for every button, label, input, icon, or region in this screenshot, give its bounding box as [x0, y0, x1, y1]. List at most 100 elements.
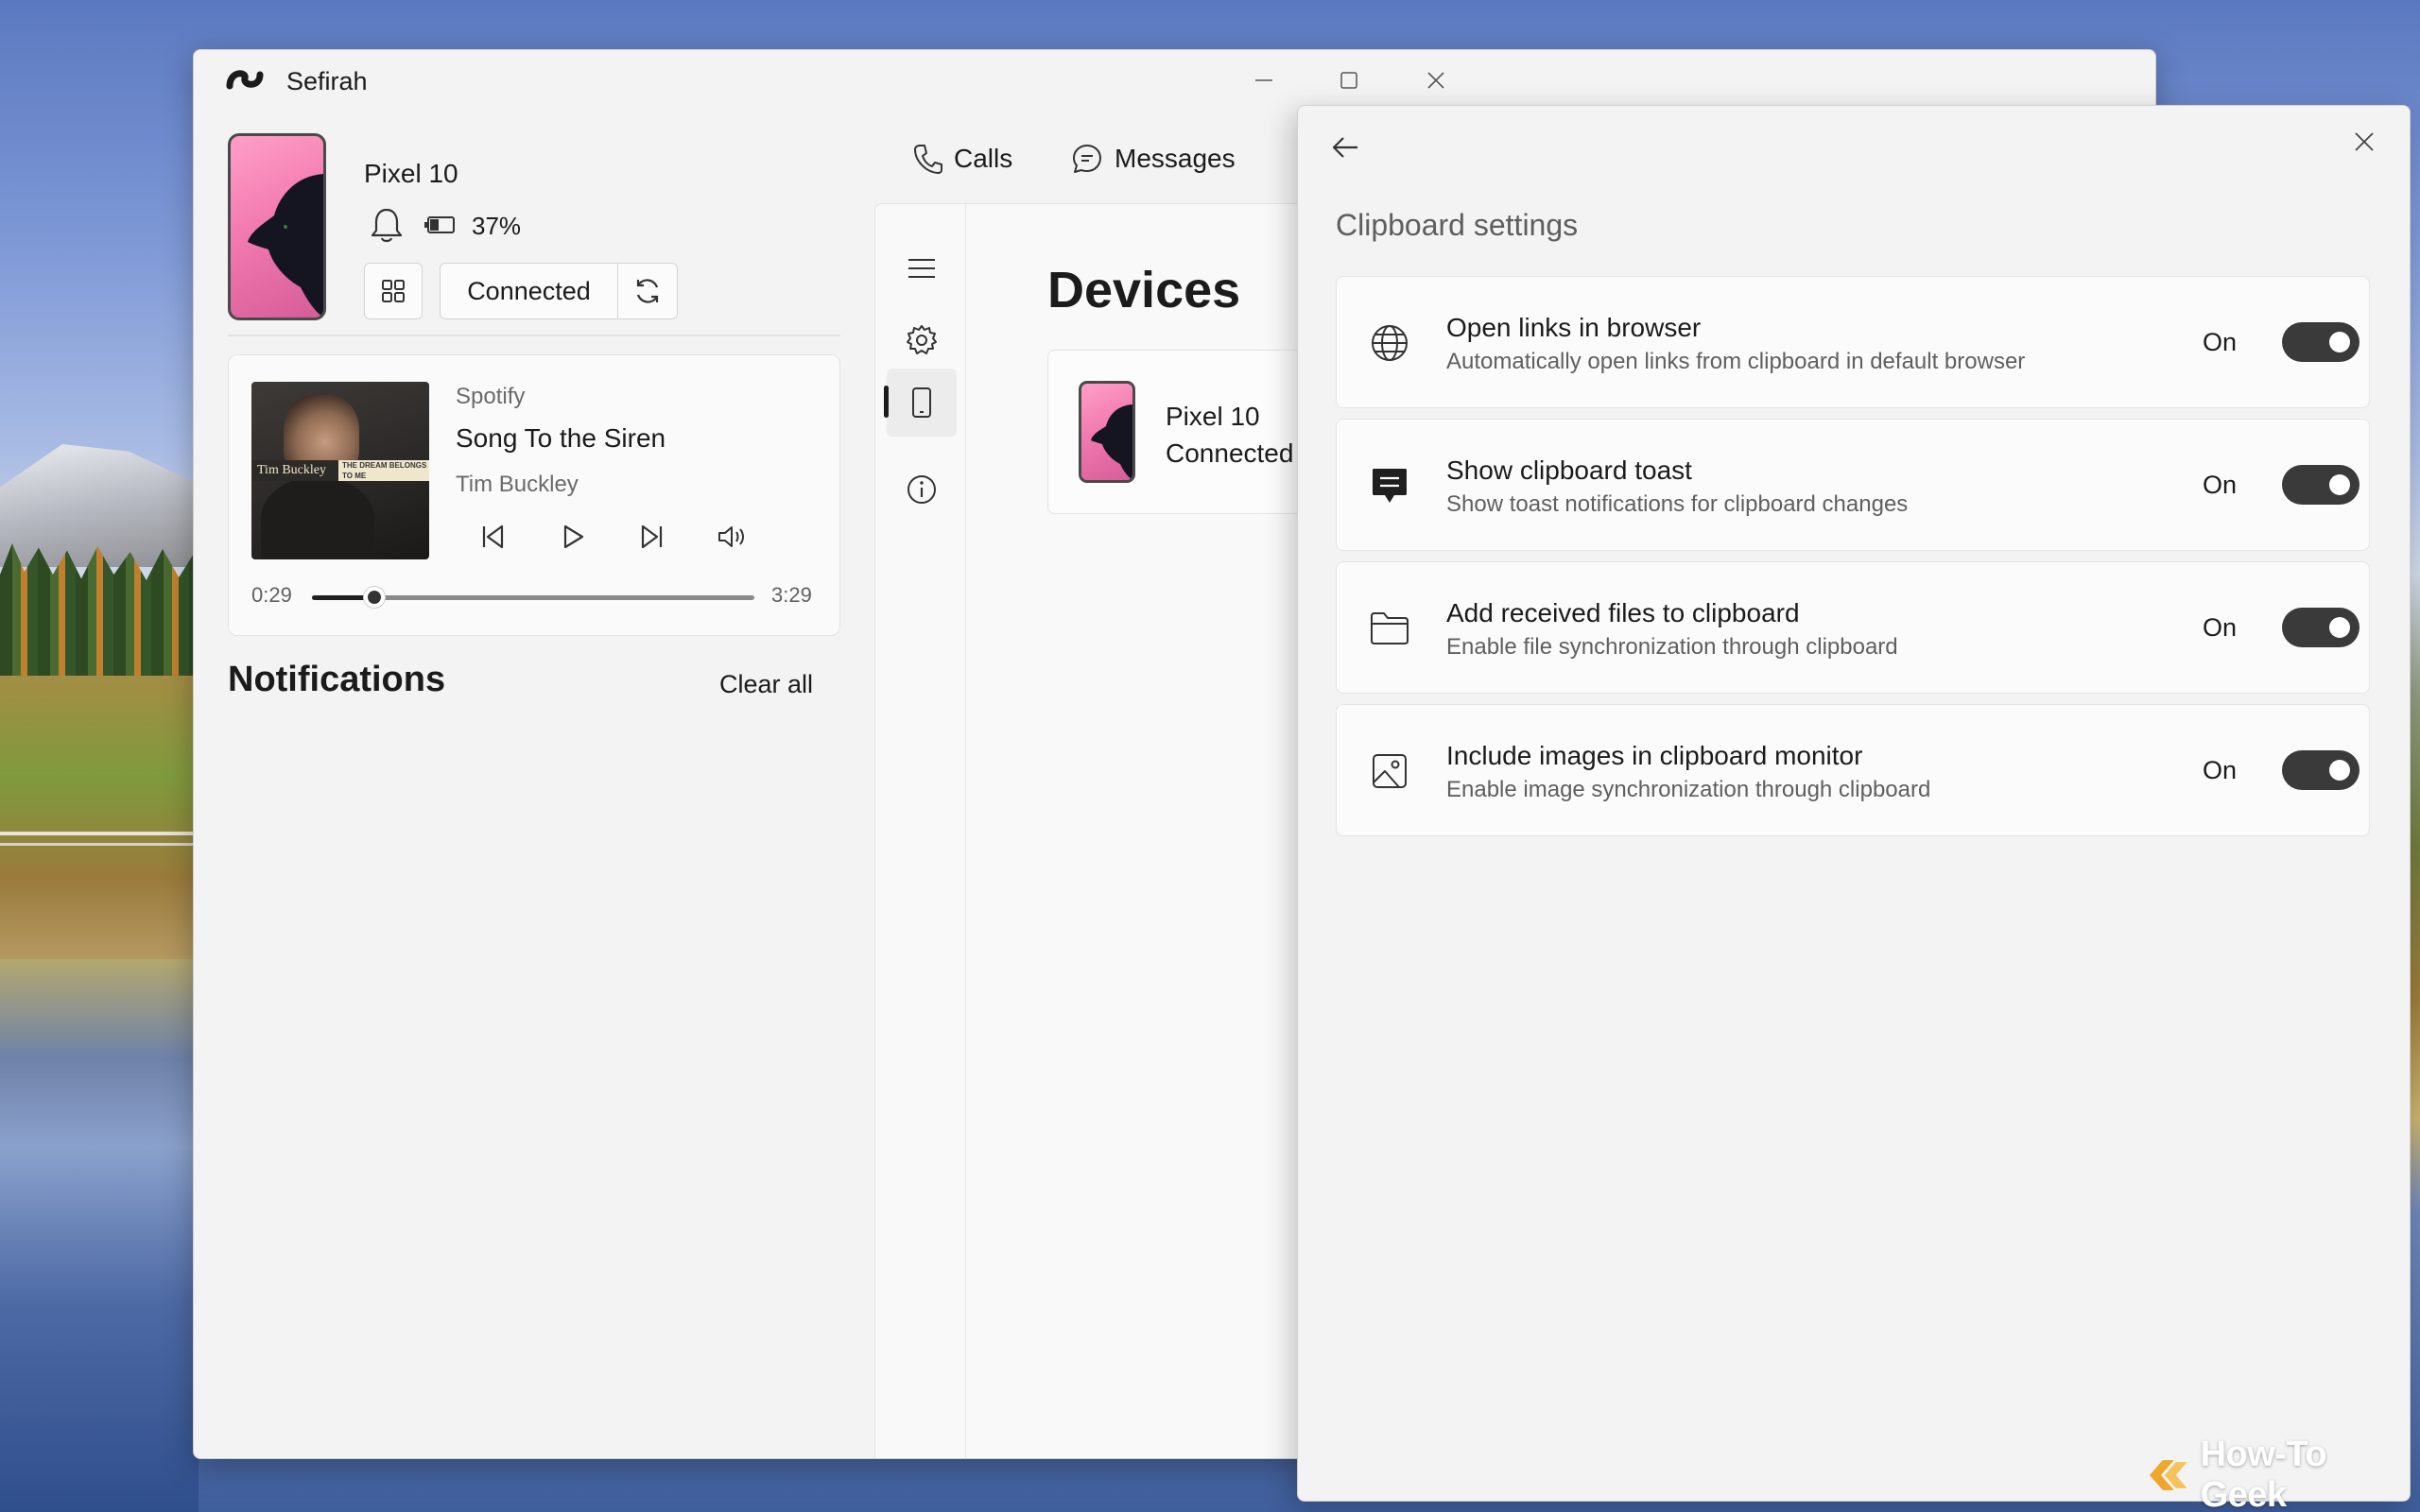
setting-description: Enable image synchronization through cli…: [1446, 777, 1931, 802]
toggle-knob: [2329, 332, 2350, 352]
setting-icon-wrapper: [1365, 747, 1414, 796]
setting-title: Show clipboard toast: [1446, 455, 1692, 485]
nav-settings[interactable]: [887, 306, 957, 374]
connection-toggle-button[interactable]: Connected: [441, 264, 618, 318]
minimize-icon: [1255, 79, 1272, 81]
connection-control: Connected: [440, 263, 678, 319]
divider: [228, 335, 840, 336]
setting-icon-wrapper: [1365, 604, 1414, 653]
include-images-toggle[interactable]: [2282, 750, 2360, 790]
info-icon: [908, 475, 936, 504]
received-files-toggle[interactable]: [2282, 608, 2360, 647]
device-card-thumbnail: [1079, 381, 1135, 483]
minimize-button[interactable]: [1243, 63, 1285, 97]
previous-track-button[interactable]: [470, 514, 515, 559]
seek-bar[interactable]: [312, 587, 754, 608]
toggle-knob: [2329, 474, 2350, 495]
nav-menu-button[interactable]: [887, 234, 957, 302]
setting-title: Include images in clipboard monitor: [1446, 741, 1863, 770]
close-window-button[interactable]: [1415, 63, 1457, 97]
panther-wallpaper-icon: [248, 174, 323, 318]
refresh-icon: [636, 279, 659, 303]
play-icon: [563, 524, 584, 549]
device-card-name: Pixel 10: [1166, 402, 1260, 431]
nav-rail: [875, 204, 966, 1458]
clear-all-button[interactable]: Clear all: [719, 670, 813, 699]
close-panel-button[interactable]: [2342, 119, 2387, 164]
setting-state-label: On: [2203, 613, 2238, 642]
setting-description: Enable file synchronization through clip…: [1446, 634, 1898, 660]
app-title: Sefirah: [286, 67, 368, 95]
back-button[interactable]: [1322, 125, 1368, 170]
setting-description: Automatically open links from clipboard …: [1446, 349, 2026, 374]
page-title: Devices: [1047, 262, 1241, 318]
skip-previous-icon: [482, 524, 504, 549]
notifications-heading: Notifications: [228, 660, 446, 699]
setting-title: Open links in browser: [1446, 313, 1702, 342]
setting-received-files: Add received files to clipboard Enable f…: [1336, 561, 2370, 694]
toggle-knob: [2329, 617, 2350, 638]
open-links-toggle[interactable]: [2282, 322, 2360, 362]
next-track-button[interactable]: [630, 514, 675, 559]
setting-state-label: On: [2203, 328, 2238, 356]
chat-icon: [1073, 145, 1101, 173]
toggle-knob: [2329, 760, 2350, 781]
globe-icon: [1372, 325, 1408, 361]
clipboard-settings-panel: Clipboard settings Open links in browser…: [1297, 105, 2411, 1502]
wallpaper-mountain: [0, 444, 208, 567]
play-button[interactable]: [550, 514, 596, 559]
tab-calls[interactable]: Calls: [912, 135, 1012, 182]
media-source-app: Spotify: [456, 384, 526, 409]
setting-state-label: On: [2203, 756, 2238, 784]
maximize-button[interactable]: [1328, 63, 1370, 97]
phone-icon: [914, 145, 942, 174]
clipboard-toast-toggle[interactable]: [2282, 465, 2360, 505]
wallpaper-fence: [0, 832, 194, 835]
bell-icon[interactable]: [369, 206, 405, 244]
title-bar[interactable]: Sefirah: [194, 50, 2155, 111]
grid-icon: [382, 280, 405, 302]
volume-button[interactable]: [709, 514, 754, 559]
setting-clipboard-toast: Show clipboard toast Show toast notifica…: [1336, 419, 2370, 551]
nav-about[interactable]: [887, 455, 957, 524]
media-player-card: Tim Buckley THE DREAM BELONGS TO ME Spot…: [228, 354, 840, 636]
album-tagline: THE DREAM BELONGS TO ME: [342, 461, 427, 480]
watermark-logo-icon: [2149, 1460, 2187, 1490]
album-art: Tim Buckley THE DREAM BELONGS TO ME: [251, 382, 429, 559]
battery-percentage: 37%: [472, 212, 522, 240]
close-icon: [2355, 132, 2374, 151]
folder-icon: [1371, 612, 1409, 644]
skip-next-icon: [641, 524, 663, 549]
setting-state-label: On: [2203, 471, 2238, 499]
nav-active-indicator: [884, 386, 889, 418]
hamburger-icon: [908, 259, 935, 278]
device-name: Pixel 10: [364, 159, 458, 188]
setting-icon-wrapper: [1365, 318, 1414, 368]
total-time: 3:29: [771, 583, 812, 607]
seek-thumb[interactable]: [363, 587, 385, 608]
media-song-title: Song To the Siren: [456, 423, 666, 453]
setting-icon-wrapper: [1365, 461, 1414, 510]
current-time: 0:29: [251, 583, 292, 607]
media-artist: Tim Buckley: [456, 472, 579, 497]
tab-messages-label: Messages: [1115, 144, 1236, 173]
wallpaper-fence-rail: [0, 843, 194, 846]
arrow-left-icon: [1332, 137, 1357, 158]
refresh-button[interactable]: [618, 264, 677, 318]
nav-devices[interactable]: [887, 369, 957, 437]
device-icon: [912, 387, 931, 418]
wallpaper-lake: [0, 959, 199, 1512]
phone-thumbnail: [228, 133, 326, 320]
device-card-status: Connected: [1166, 438, 1294, 468]
close-icon: [1427, 72, 1444, 89]
setting-title: Add received files to clipboard: [1446, 598, 1800, 627]
volume-icon: [718, 526, 744, 547]
maximize-icon: [1340, 72, 1357, 89]
watermark-text: How-To Geek: [2200, 1435, 2327, 1512]
apps-grid-button[interactable]: [364, 263, 423, 319]
wallpaper-meadow: [0, 676, 203, 964]
setting-description: Show toast notifications for clipboard c…: [1446, 491, 1909, 517]
toast-message-icon: [1373, 469, 1407, 503]
tab-messages[interactable]: Messages: [1071, 135, 1236, 182]
gear-icon: [907, 325, 937, 354]
